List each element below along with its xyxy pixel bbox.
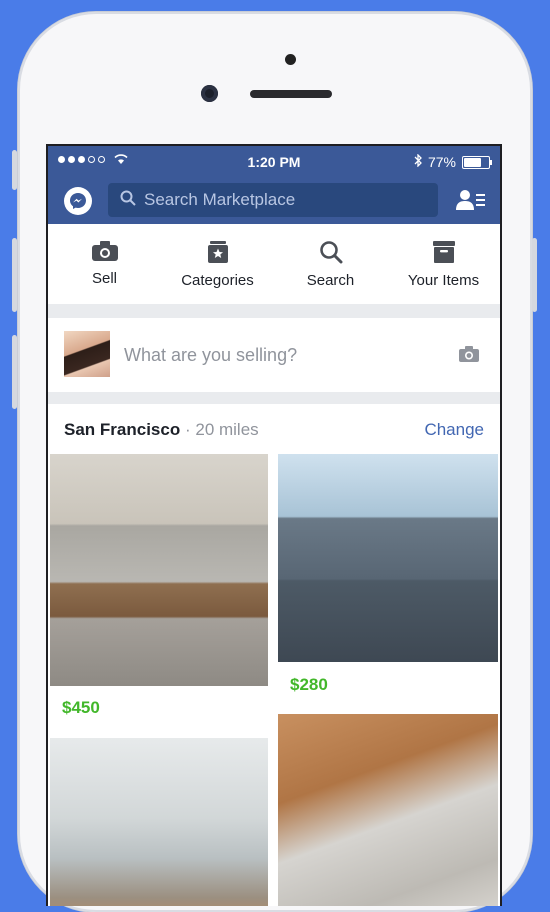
- marketplace-tabs: Sell Categories Search Your Items: [48, 224, 500, 304]
- battery-icon: [462, 155, 492, 169]
- listings-section: San Francisco · 20 miles Change $450 $28…: [48, 404, 500, 906]
- profile-menu-icon[interactable]: [456, 188, 486, 217]
- tab-categories[interactable]: Categories: [161, 224, 274, 304]
- categories-icon: [207, 241, 228, 263]
- camera-icon[interactable]: [458, 345, 480, 368]
- tab-your-items-label: Your Items: [407, 272, 480, 289]
- sell-composer[interactable]: What are you selling?: [48, 318, 500, 392]
- location-separator: ·: [184, 420, 191, 439]
- top-navbar: Search Marketplace: [48, 178, 500, 224]
- listing-card[interactable]: $280: [278, 454, 498, 706]
- messenger-icon[interactable]: [64, 187, 92, 215]
- kettle-photo: [50, 738, 268, 906]
- tab-search[interactable]: Search: [274, 224, 387, 304]
- search-placeholder: Search Marketplace: [144, 190, 296, 209]
- search-icon: [120, 190, 136, 211]
- battery-percent: 77%: [427, 154, 456, 170]
- location-distance: 20 miles: [195, 420, 259, 439]
- composer-placeholder: What are you selling?: [124, 345, 298, 365]
- listing-card[interactable]: [278, 714, 498, 906]
- sofa-photo: [50, 454, 268, 686]
- bluetooth-icon: [414, 153, 422, 170]
- change-location-link[interactable]: Change: [424, 420, 484, 440]
- earpiece-speaker: [250, 90, 332, 98]
- tab-search-label: Search: [306, 272, 355, 289]
- volume-down-button: [12, 335, 17, 409]
- avatar: [64, 331, 110, 377]
- location-row: San Francisco · 20 miles Change: [64, 420, 484, 444]
- marketplace-search-input[interactable]: Search Marketplace: [108, 183, 438, 217]
- app-screen: 1:20 PM 77% Search Marketplace Sell Cate…: [46, 144, 502, 906]
- status-bar: 1:20 PM 77%: [48, 146, 500, 178]
- tab-sell-label: Sell: [91, 270, 117, 287]
- tab-your-items[interactable]: Your Items: [387, 224, 500, 304]
- search-icon: [319, 241, 342, 264]
- listing-price: $450: [62, 698, 100, 717]
- mute-switch: [12, 150, 17, 190]
- location-city: San Francisco: [64, 420, 181, 439]
- listing-card[interactable]: $450: [50, 454, 268, 730]
- tab-categories-label: Categories: [181, 272, 254, 289]
- front-camera: [201, 85, 218, 102]
- power-button: [532, 238, 537, 312]
- teddy-bears-photo: [278, 714, 498, 906]
- listing-price: $280: [290, 675, 328, 694]
- tab-sell[interactable]: Sell: [48, 224, 161, 304]
- camera-icon: [91, 241, 118, 261]
- proximity-sensor: [285, 54, 296, 65]
- inbox-icon: [432, 241, 455, 263]
- bicycle-photo: [278, 454, 498, 662]
- listing-card[interactable]: [50, 738, 268, 906]
- volume-up-button: [12, 238, 17, 312]
